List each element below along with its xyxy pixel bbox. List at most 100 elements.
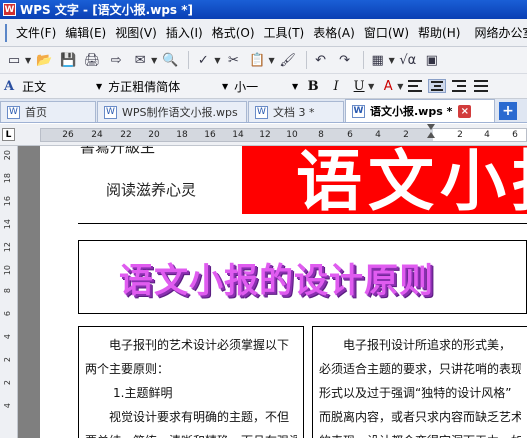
ruler-tick: 22 bbox=[120, 130, 132, 140]
format-toolbar: A 正文 ▼ 方正粗倩简体 ▼ 小一 ▼ B I U ▼ A ▼ bbox=[0, 74, 527, 99]
horizontal-ruler: L 26 24 22 20 18 16 14 12 10 8 6 4 2 2 4… bbox=[0, 124, 527, 146]
font-select[interactable]: 方正粗倩简体 ▼ bbox=[106, 77, 232, 96]
align-justify-icon[interactable] bbox=[472, 79, 490, 93]
format-painter-icon[interactable]: 🖌 bbox=[278, 50, 298, 70]
ruler-tick: 18 bbox=[176, 130, 188, 140]
align-left-icon[interactable] bbox=[406, 79, 424, 93]
vruler-tick: 6 bbox=[3, 311, 12, 317]
chevron-down-icon[interactable]: ▼ bbox=[288, 82, 302, 91]
document-page[interactable]: 書寫升級生 阅读滋养心灵 语文小报 语文小报的设计原则 电子报刊的艺术设计必须掌… bbox=[40, 146, 527, 438]
align-right-icon[interactable] bbox=[450, 79, 468, 93]
horizontal-rule bbox=[78, 223, 527, 224]
chevron-down-icon[interactable]: ▼ bbox=[25, 56, 31, 65]
font-size-select[interactable]: 小一 ▼ bbox=[232, 77, 302, 96]
menu-file[interactable]: 文件(F) bbox=[13, 24, 62, 41]
table-icon[interactable]: ▦ bbox=[368, 50, 388, 70]
chevron-down-icon[interactable]: ▼ bbox=[151, 56, 157, 65]
tab-home[interactable]: W 首页 bbox=[0, 101, 96, 122]
menu-help[interactable]: 帮助(H) bbox=[415, 24, 466, 41]
font-size-value: 小一 bbox=[234, 79, 259, 94]
close-icon[interactable]: × bbox=[458, 104, 472, 118]
chevron-down-icon[interactable]: ▼ bbox=[92, 82, 106, 91]
chevron-down-icon[interactable]: ▼ bbox=[389, 56, 395, 65]
email-icon[interactable]: ✉ bbox=[130, 50, 150, 70]
document-icon[interactable] bbox=[5, 23, 7, 42]
align-center-icon[interactable] bbox=[428, 79, 447, 93]
menu-table[interactable]: 表格(A) bbox=[310, 24, 361, 41]
drawing-icon[interactable]: ▣ bbox=[422, 50, 442, 70]
font-color-button[interactable]: A bbox=[377, 79, 399, 94]
paragraph-line: 要单纯、简练、清晰和精确，而且在强调 bbox=[85, 429, 297, 438]
wps-doc-icon: W bbox=[352, 104, 365, 118]
page-margin-gutter bbox=[18, 146, 40, 438]
wps-doc-icon: W bbox=[255, 105, 268, 119]
tab-document-3[interactable]: W 文档 3 * bbox=[248, 101, 344, 122]
title-bar: W WPS 文字 - [语文小报.wps *] bbox=[0, 0, 527, 19]
font-value: 方正粗倩简体 bbox=[108, 79, 181, 94]
menu-tools[interactable]: 工具(T) bbox=[261, 24, 311, 41]
cut-icon[interactable]: ✂ bbox=[223, 50, 243, 70]
print-icon[interactable]: 🖨 bbox=[82, 50, 102, 70]
paragraph-line: 两个主要原则： bbox=[85, 362, 170, 376]
spellcheck-icon[interactable]: ✓ bbox=[193, 50, 213, 70]
menu-view[interactable]: 视图(V) bbox=[112, 24, 163, 41]
list-item: 1.主题鲜明 bbox=[113, 386, 173, 400]
ruler-tick: 10 bbox=[286, 130, 298, 140]
ruler-tick: 8 bbox=[318, 130, 324, 140]
chevron-down-icon[interactable]: ▼ bbox=[397, 82, 403, 91]
ruler-scale[interactable]: 26 24 22 20 18 16 14 12 10 8 6 4 2 2 4 6 bbox=[40, 128, 527, 142]
vruler-tick: 8 bbox=[3, 288, 12, 294]
document-tab-bar: W 首页 W WPS制作语文小报.wps W 文档 3 * W 语文小报.wps… bbox=[0, 99, 527, 123]
bold-button[interactable]: B bbox=[302, 79, 324, 94]
masthead-title: 语文小报 bbox=[296, 146, 527, 214]
tab-label: 首页 bbox=[25, 106, 47, 119]
paste-icon[interactable]: 📋 bbox=[247, 50, 267, 70]
italic-button[interactable]: I bbox=[325, 79, 347, 94]
ruler-tick: 4 bbox=[375, 130, 381, 140]
menu-insert[interactable]: 插入(I) bbox=[163, 24, 209, 41]
indent-marker[interactable] bbox=[427, 124, 435, 144]
chevron-down-icon[interactable]: ▼ bbox=[218, 82, 232, 91]
tab-label: 文档 3 * bbox=[273, 106, 315, 119]
chevron-down-icon[interactable]: ▼ bbox=[368, 82, 374, 91]
export-icon[interactable]: ⇨ bbox=[106, 50, 126, 70]
vruler-tick: 18 bbox=[3, 173, 12, 184]
ruler-tick: 24 bbox=[91, 130, 103, 140]
menu-format[interactable]: 格式(O) bbox=[209, 24, 261, 41]
ruler-tick: 6 bbox=[347, 130, 353, 140]
paragraph-line: 电子报刊设计所追求的形式美， bbox=[343, 338, 512, 352]
paragraph-line: 而脱离内容，或者只求内容而缺乏艺术 bbox=[319, 410, 521, 424]
tab-wps-make-newspaper[interactable]: W WPS制作语文小报.wps bbox=[97, 101, 247, 122]
undo-icon[interactable]: ↶ bbox=[311, 50, 331, 70]
vruler-tick: 20 bbox=[3, 150, 12, 161]
style-select[interactable]: 正文 ▼ bbox=[20, 77, 106, 96]
chevron-down-icon[interactable]: ▼ bbox=[214, 56, 220, 65]
formula-icon[interactable]: √α bbox=[398, 50, 418, 70]
menu-edit[interactable]: 编辑(E) bbox=[62, 24, 112, 41]
heading-frame: 语文小报的设计原则 bbox=[78, 240, 527, 314]
redo-icon[interactable]: ↷ bbox=[335, 50, 355, 70]
wps-app-icon: W bbox=[3, 3, 16, 16]
style-icon[interactable]: A bbox=[4, 79, 14, 94]
open-folder-icon[interactable]: 📂 bbox=[34, 50, 54, 70]
chevron-down-icon[interactable]: ▼ bbox=[268, 56, 274, 65]
window-title: WPS 文字 - [语文小报.wps *] bbox=[20, 3, 193, 17]
print-preview-icon[interactable]: 🔍 bbox=[160, 50, 180, 70]
new-document-icon[interactable]: ▭ bbox=[4, 50, 24, 70]
vruler-tick: 14 bbox=[3, 219, 12, 230]
underline-button[interactable]: U bbox=[348, 79, 370, 94]
menu-bar: 文件(F) 编辑(E) 视图(V) 插入(I) 格式(O) 工具(T) 表格(A… bbox=[0, 19, 527, 47]
menu-window[interactable]: 窗口(W) bbox=[361, 24, 415, 41]
tab-chinese-newspaper[interactable]: W 语文小报.wps * × bbox=[345, 99, 495, 122]
save-icon[interactable]: 💾 bbox=[58, 50, 78, 70]
vruler-tick: 4 bbox=[3, 334, 12, 340]
add-tab-icon[interactable]: + bbox=[499, 102, 517, 120]
style-value: 正文 bbox=[22, 79, 47, 94]
vruler-tick: 4 bbox=[3, 403, 12, 409]
wps-doc-icon: W bbox=[104, 105, 117, 119]
ruler-tick: 2 bbox=[403, 130, 409, 140]
menu-network-office[interactable]: 网络办公室 bbox=[466, 24, 527, 41]
ruler-tick: 26 bbox=[62, 130, 74, 140]
tab-stop-selector[interactable]: L bbox=[2, 128, 15, 141]
vertical-ruler: 20 18 16 14 12 10 8 6 4 2 2 4 bbox=[0, 146, 18, 438]
